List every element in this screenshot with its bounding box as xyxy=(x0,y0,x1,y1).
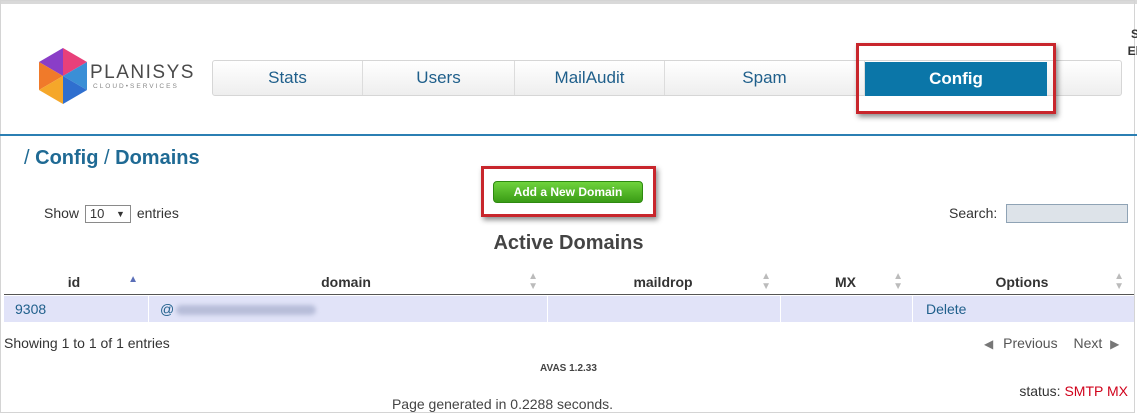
logo-subtitle: CLOUD•SERVICES xyxy=(93,83,179,90)
column-header-label: MX xyxy=(835,274,856,290)
planisys-logo[interactable]: PLANISYS CLOUD•SERVICES xyxy=(36,46,206,106)
breadcrumb-domains: Domains xyxy=(115,147,200,169)
redacted-domain xyxy=(176,305,317,316)
entries-select-value: 10 xyxy=(89,206,105,222)
search-input[interactable] xyxy=(1006,204,1128,223)
sort-both-icon: ▲ ▼ xyxy=(528,271,538,292)
search-label: Search: xyxy=(949,205,998,221)
user-info-line2: El xyxy=(1127,44,1137,58)
column-header-label: id xyxy=(67,274,81,290)
next-arrow-icon: ▶ xyxy=(1110,337,1120,351)
table-header-divider xyxy=(4,294,1134,295)
column-header-mx[interactable]: MX ▲ ▼ xyxy=(782,272,909,294)
nav-tab-users[interactable]: Users xyxy=(363,61,515,95)
column-header-options[interactable]: Options ▲ ▼ xyxy=(914,272,1130,294)
column-header-label: Options xyxy=(995,274,1049,290)
breadcrumb-separator: / xyxy=(24,147,30,169)
pagination: ◀ Previous Next ▶ xyxy=(984,335,1119,351)
logo-name: PLANISYS xyxy=(90,62,195,83)
sort-both-icon: ▲ ▼ xyxy=(893,271,903,292)
previous-button[interactable]: Previous xyxy=(1003,335,1057,351)
entries-select[interactable]: 10 ▼ xyxy=(84,205,131,224)
table-title: Active Domains xyxy=(493,232,644,254)
user-info-line1: S xyxy=(1130,27,1137,41)
delete-link[interactable]: Delete xyxy=(926,296,966,322)
status-label: status: xyxy=(1019,383,1061,399)
nav-tab-spam[interactable]: Spam xyxy=(665,61,865,95)
breadcrumb: / Config / Domains xyxy=(24,147,200,170)
breadcrumb-separator: / xyxy=(104,147,110,169)
user-info-cutoff: S El xyxy=(1128,26,1137,60)
column-header-maildrop[interactable]: maildrop ▲ ▼ xyxy=(549,272,777,294)
page-generated-time: Page generated in 0.2288 seconds. xyxy=(391,396,614,412)
cell-domain[interactable]: @ xyxy=(160,296,317,322)
domain-at-sign: @ xyxy=(160,301,175,317)
add-new-domain-button[interactable]: Add a New Domain xyxy=(493,181,643,203)
nav-tab-mailaudit[interactable]: MailAudit xyxy=(515,61,665,95)
nav-tab-stats[interactable]: Stats xyxy=(213,61,363,95)
sort-both-icon: ▲ ▼ xyxy=(761,271,771,292)
sort-asc-icon: ▲ xyxy=(128,274,138,285)
hexagon-logo-icon xyxy=(39,48,87,104)
cell-divider xyxy=(148,296,149,322)
column-header-id[interactable]: id ▲ xyxy=(4,272,144,294)
cell-id[interactable]: 9308 xyxy=(15,296,46,322)
column-header-label: domain xyxy=(321,274,371,290)
cell-divider xyxy=(912,296,913,322)
breadcrumb-config[interactable]: Config xyxy=(35,147,98,169)
cell-divider xyxy=(780,296,781,322)
table-info: Showing 1 to 1 of 1 entries xyxy=(4,335,170,351)
column-header-domain[interactable]: domain ▲ ▼ xyxy=(148,272,544,294)
previous-arrow-icon: ◀ xyxy=(984,337,994,351)
cell-divider xyxy=(547,296,548,322)
show-label: Show xyxy=(44,205,80,221)
version-label: AVAS 1.2.33 xyxy=(540,363,597,374)
status-value: SMTP MX xyxy=(1064,383,1128,399)
chevron-down-icon: ▼ xyxy=(116,209,125,220)
header-divider xyxy=(0,134,1137,136)
sort-both-icon: ▲ ▼ xyxy=(1114,271,1124,292)
next-button[interactable]: Next xyxy=(1073,335,1102,351)
entries-label: entries xyxy=(136,205,179,221)
column-header-label: maildrop xyxy=(633,274,693,290)
length-control: Show 10 ▼ entries xyxy=(44,205,179,224)
status-indicator: status: SMTP MX xyxy=(1019,383,1128,399)
config-tab-highlight xyxy=(856,43,1056,114)
